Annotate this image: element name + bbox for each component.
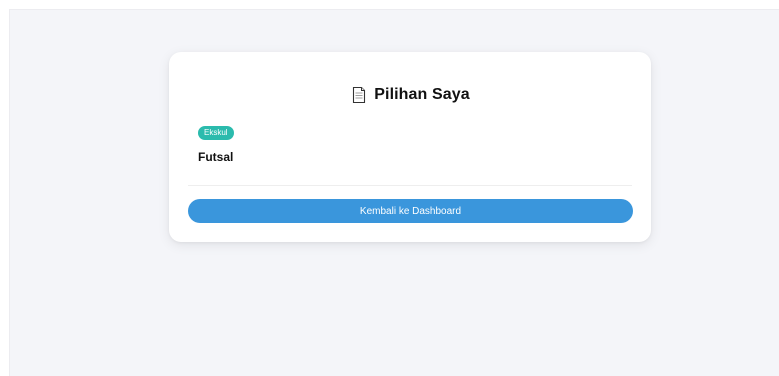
page-background: Pilihan Saya Ekskul Futsal Kembali ke Da…: [9, 9, 779, 376]
selection-card: Pilihan Saya Ekskul Futsal Kembali ke Da…: [169, 52, 651, 242]
selection-name: Futsal: [198, 150, 234, 164]
divider: [188, 185, 632, 186]
category-badge: Ekskul: [198, 126, 234, 140]
back-to-dashboard-button[interactable]: Kembali ke Dashboard: [188, 199, 633, 223]
card-header: Pilihan Saya: [169, 86, 651, 104]
document-icon: [350, 86, 368, 104]
page-title: Pilihan Saya: [374, 86, 470, 103]
